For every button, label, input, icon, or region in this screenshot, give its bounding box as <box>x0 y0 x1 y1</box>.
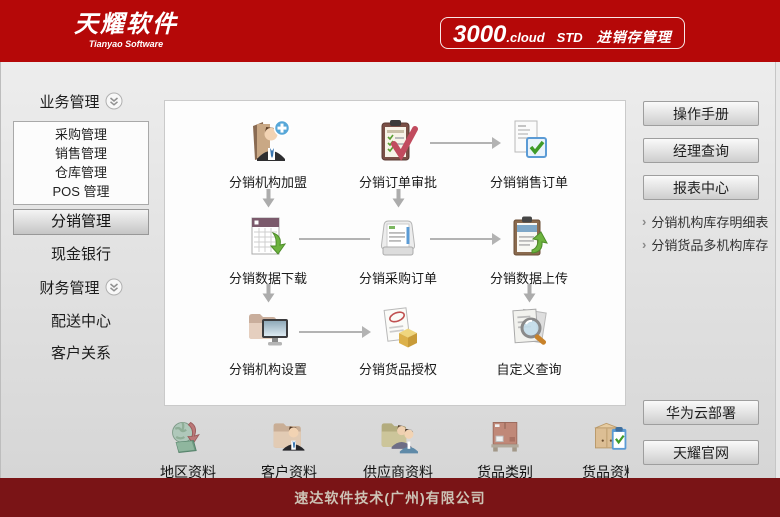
sidebar-item-warehouse[interactable]: 仓库管理 <box>14 163 148 182</box>
product-module: 进销存管理 <box>597 27 672 47</box>
workflow-node-purchase-order[interactable]: 分销采购订单 <box>338 213 458 287</box>
master-data-label: 货品类别 <box>457 462 553 478</box>
arrow-down-icon <box>523 284 536 303</box>
arrow-right-icon <box>299 233 370 245</box>
brand-subtitle: Tianyao Software <box>74 39 178 49</box>
chevron-right-icon: › <box>642 214 646 229</box>
master-data-label: 地区资料 <box>140 462 236 478</box>
arrow-right-icon <box>430 233 500 245</box>
workflow-node-sales-order[interactable]: 分销销售订单 <box>469 117 589 191</box>
workflow-node-branch-settings[interactable]: 分销机构设置 <box>208 304 328 378</box>
brand-title: 天耀软件 <box>74 12 178 38</box>
sidebar-item-pos[interactable]: POS 管理 <box>14 182 148 201</box>
official-site-button[interactable]: 天耀官网 <box>643 440 759 465</box>
goods-authorize-icon <box>372 304 424 352</box>
app-header: 天耀软件 Tianyao Software 3000 .cloud STD 进销… <box>0 0 780 62</box>
sidebar-item-distribution-selected[interactable]: 分销管理 <box>13 209 149 235</box>
report-center-button[interactable]: 报表中心 <box>643 175 759 200</box>
arrow-down-icon <box>392 189 405 208</box>
product-domain: .cloud <box>506 30 544 45</box>
branch-join-icon <box>242 117 294 165</box>
sidebar-item-delivery[interactable]: 配送中心 <box>1 310 161 330</box>
goods-category-icon <box>485 417 525 457</box>
master-data-label: 货品资料 <box>562 462 629 478</box>
double-chevron-down-icon[interactable] <box>105 278 123 296</box>
data-download-icon <box>242 213 294 261</box>
main-area: 业务管理 采购管理 销售管理 仓库管理 POS 管理 分销管理 现金银行 财务管… <box>0 62 780 478</box>
arrow-right-icon <box>299 326 370 338</box>
data-upload-icon <box>503 213 555 261</box>
master-data-label: 供应商资料 <box>350 462 446 478</box>
workflow-node-label: 分销机构设置 <box>208 359 328 378</box>
master-data-bar: 地区资料 客户资料 <box>1 415 629 478</box>
sidebar-item-crm[interactable]: 客户关系 <box>1 342 161 362</box>
workflow-node-order-approve[interactable]: 分销订单审批 <box>338 117 458 191</box>
app-window: 天耀软件 Tianyao Software 3000 .cloud STD 进销… <box>0 0 780 517</box>
sidebar-item-crm-label: 客户关系 <box>51 342 111 363</box>
workflow-node-goods-authorize[interactable]: 分销货品授权 <box>338 304 458 378</box>
sidebar-group-business-label: 业务管理 <box>39 91 99 112</box>
arrow-down-icon <box>262 189 275 208</box>
sidebar-group-business[interactable]: 业务管理 <box>1 90 161 112</box>
branch-settings-icon <box>242 304 294 352</box>
sidebar-item-sales[interactable]: 销售管理 <box>14 144 148 163</box>
master-data-region[interactable]: 地区资料 <box>140 417 236 478</box>
master-data-supplier[interactable]: 供应商资料 <box>350 417 446 478</box>
report-link-branch-inventory[interactable]: › 分销机构库存明细表 <box>642 212 776 230</box>
huawei-cloud-button[interactable]: 华为云部署 <box>643 400 759 425</box>
report-link-label: 分销机构库存明细表 <box>651 212 768 231</box>
customer-data-icon <box>269 417 309 457</box>
sidebar-item-finance[interactable]: 财务管理 <box>1 277 161 297</box>
manual-button[interactable]: 操作手册 <box>643 101 759 126</box>
product-edition: STD <box>557 30 583 45</box>
master-data-customer[interactable]: 客户资料 <box>241 417 337 478</box>
sidebar-item-delivery-label: 配送中心 <box>51 310 111 331</box>
workflow-node-data-upload[interactable]: 分销数据上传 <box>469 213 589 287</box>
workflow-node-data-download[interactable]: 分销数据下载 <box>208 213 328 287</box>
workflow-panel: 分销机构加盟 分销订单审批 <box>164 100 626 406</box>
right-gutter <box>776 62 780 478</box>
report-link-label: 分销货品多机构库存 <box>651 235 768 254</box>
arrow-right-icon <box>430 137 500 149</box>
workflow-node-custom-query[interactable]: 自定义查询 <box>469 304 589 378</box>
sidebar-item-cash-bank-label: 现金银行 <box>51 243 111 264</box>
supplier-data-icon <box>378 417 418 457</box>
custom-query-icon <box>503 304 555 352</box>
double-chevron-down-icon[interactable] <box>105 92 123 110</box>
purchase-order-icon <box>372 213 424 261</box>
workflow-node-branch-join[interactable]: 分销机构加盟 <box>208 117 328 191</box>
company-name: 速达软件技术(广州)有限公司 <box>294 488 485 508</box>
workflow-node-label: 自定义查询 <box>469 359 589 378</box>
app-footer: 速达软件技术(广州)有限公司 <box>0 478 780 517</box>
manager-query-button[interactable]: 经理查询 <box>643 138 759 163</box>
workflow-node-label: 分销销售订单 <box>469 172 589 191</box>
sales-order-icon <box>503 117 555 165</box>
business-submenu: 采购管理 销售管理 仓库管理 POS 管理 <box>13 121 149 205</box>
report-link-goods-multi-branch[interactable]: › 分销货品多机构库存 <box>642 235 776 253</box>
region-data-icon <box>168 417 208 457</box>
chevron-right-icon: › <box>642 237 646 252</box>
arrow-down-icon <box>262 284 275 303</box>
goods-data-icon <box>590 417 629 457</box>
workflow-node-label: 分销采购订单 <box>338 268 458 287</box>
order-approve-icon <box>372 117 424 165</box>
sidebar-item-finance-label: 财务管理 <box>39 277 99 298</box>
brand-logo: 天耀软件 Tianyao Software <box>74 12 178 49</box>
sidebar-item-cash-bank[interactable]: 现金银行 <box>1 243 161 263</box>
master-data-goods-category[interactable]: 货品类别 <box>457 417 553 478</box>
master-data-goods[interactable]: 货品资料 <box>562 417 629 478</box>
sidebar-item-purchase[interactable]: 采购管理 <box>14 125 148 144</box>
master-data-label: 客户资料 <box>241 462 337 478</box>
product-badge: 3000 .cloud STD 进销存管理 <box>440 17 685 49</box>
product-number: 3000 <box>453 21 506 49</box>
workflow-node-label: 分销货品授权 <box>338 359 458 378</box>
